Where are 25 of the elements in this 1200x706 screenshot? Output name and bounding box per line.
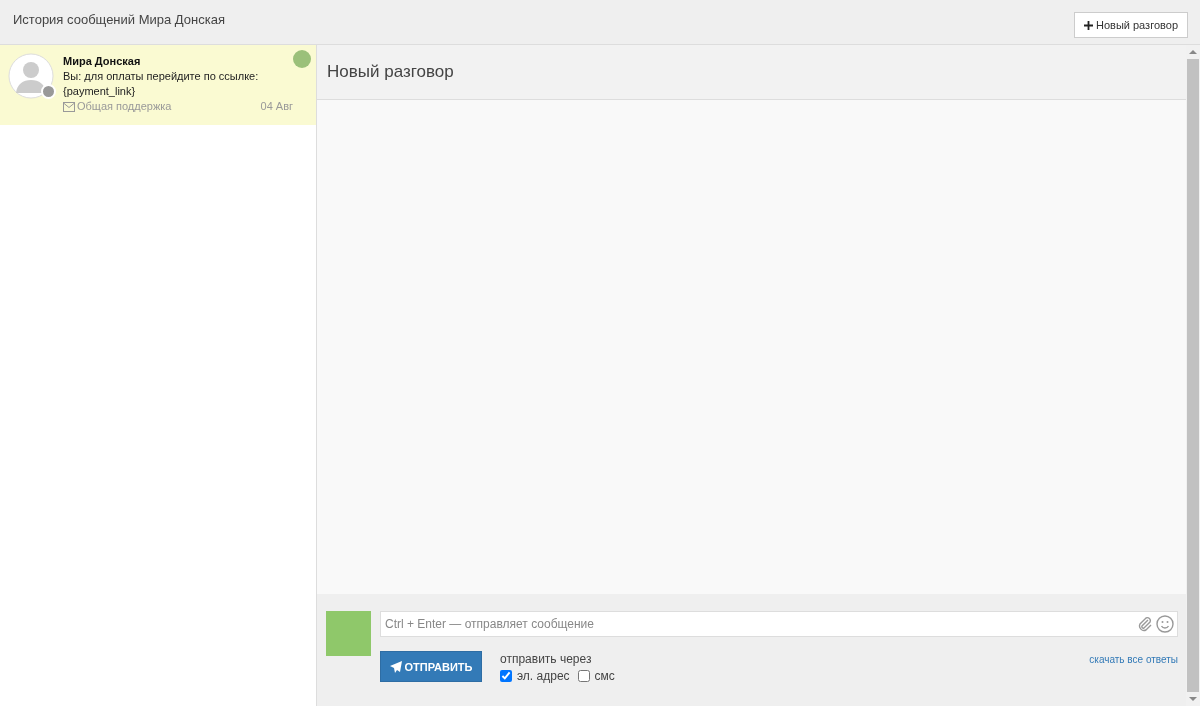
user-silhouette-icon bbox=[8, 53, 54, 99]
agent-photo-placeholder bbox=[293, 50, 311, 68]
chat-title: Новый разговор bbox=[327, 62, 454, 82]
new-conversation-button[interactable]: Новый разговор bbox=[1074, 12, 1188, 38]
channel-checkbox[interactable] bbox=[500, 670, 512, 682]
channel-label: Общая поддержка bbox=[77, 99, 172, 114]
paper-plane-icon bbox=[389, 660, 402, 673]
send-via-label: отправить через bbox=[500, 652, 593, 666]
message-preview: Вы: для оплаты перейдите по ссылке: {payment_link} bbox=[63, 69, 260, 99]
channel-checkbox[interactable] bbox=[577, 670, 590, 682]
send-button[interactable]: ОТПРАВИТЬ bbox=[380, 651, 482, 682]
plus-icon bbox=[1084, 20, 1093, 30]
smiley-icon[interactable] bbox=[1156, 615, 1174, 633]
envelope-icon bbox=[63, 101, 75, 112]
user-photo-placeholder bbox=[326, 611, 371, 656]
paperclip-icon[interactable] bbox=[1137, 616, 1153, 632]
scrollbar[interactable] bbox=[1186, 45, 1200, 706]
conversation-item[interactable]: Мира Донская Вы: для оплаты перейдите по ссылке: {payment_link} Общая поддержка 04 Авг bbox=[0, 45, 316, 125]
download-answers-link[interactable]: скачать все ответы bbox=[1089, 654, 1178, 665]
message-input-field[interactable]: Ctrl + Enter — отправляет сообщение bbox=[380, 611, 1178, 637]
checkbox-label: смс bbox=[594, 669, 615, 683]
contact-name: Мира Донская bbox=[63, 54, 142, 69]
page-title: История сообщений Мира Донская bbox=[13, 11, 225, 27]
checkbox-label: эл. адрес bbox=[517, 669, 570, 683]
message-date: 04 Авг bbox=[260, 99, 293, 114]
